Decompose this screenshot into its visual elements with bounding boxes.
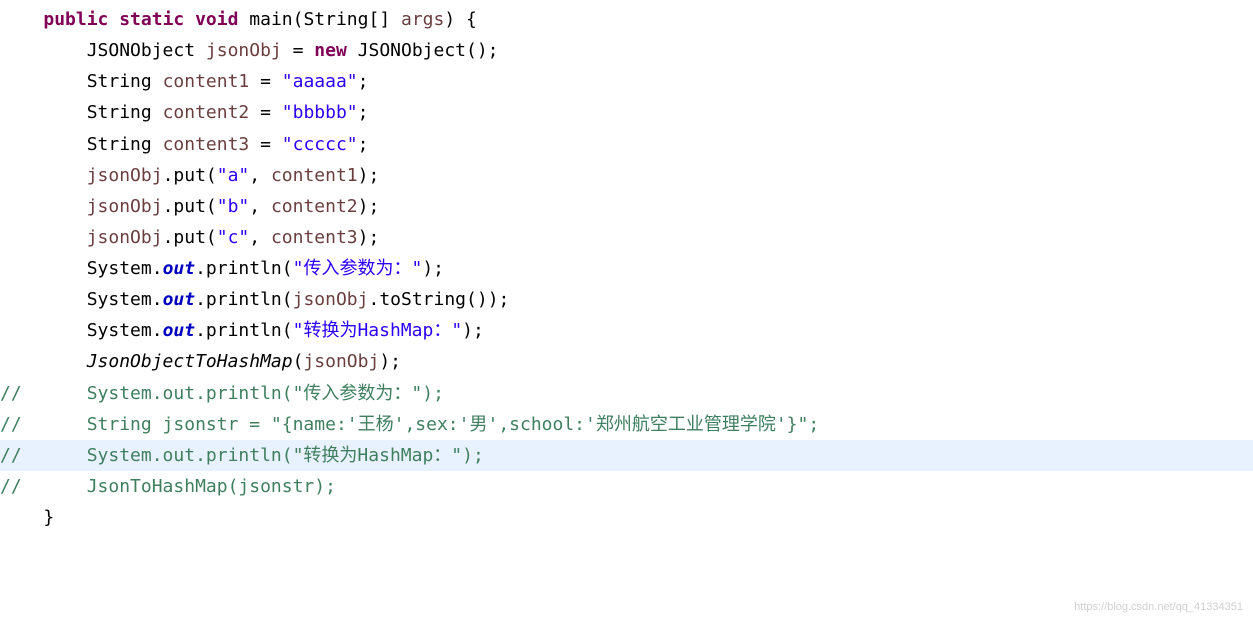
line-1: public static void main(String[] args) { — [0, 4, 1253, 35]
line-6: jsonObj.put("a", content1); — [0, 160, 1253, 191]
line-4: String content2 = "bbbbb"; — [0, 97, 1253, 128]
line-5: String content3 = "ccccc"; — [0, 129, 1253, 160]
line-18: } — [0, 502, 1253, 533]
line-15: // String jsonstr = "{name:'王杨',sex:'男',… — [0, 409, 1253, 440]
watermark-text: https://blog.csdn.net/qq_41334351 — [1074, 601, 1243, 613]
line-3: String content1 = "aaaaa"; — [0, 66, 1253, 97]
line-8: jsonObj.put("c", content3); — [0, 222, 1253, 253]
line-12: JsonObjectToHashMap(jsonObj); — [0, 346, 1253, 377]
line-7: jsonObj.put("b", content2); — [0, 191, 1253, 222]
line-11: System.out.println("转换为HashMap："); — [0, 315, 1253, 346]
code-block: public static void main(String[] args) {… — [0, 0, 1253, 537]
line-16-highlighted: // System.out.println("转换为HashMap："); — [0, 440, 1253, 471]
line-10: System.out.println(jsonObj.toString()); — [0, 284, 1253, 315]
line-9: System.out.println("传入参数为："); — [0, 253, 1253, 284]
line-2: JSONObject jsonObj = new JSONObject(); — [0, 35, 1253, 66]
line-17: // JsonToHashMap(jsonstr); — [0, 471, 1253, 502]
line-14: // System.out.println("传入参数为："); — [0, 378, 1253, 409]
